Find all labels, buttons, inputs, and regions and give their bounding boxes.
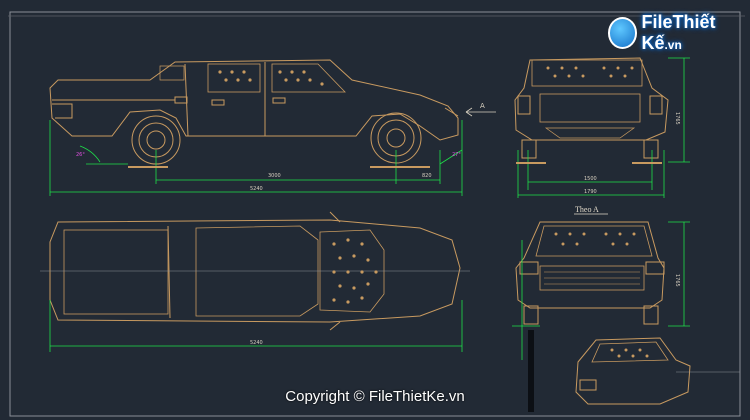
logo-brand: File [641,12,673,32]
door-handle-3 [272,97,286,104]
rear-window-dots [546,66,634,78]
rear-cab-window [159,65,185,81]
dim-rear-height: 1765 [674,112,680,125]
dim-top-length: 5240 [250,340,263,346]
windshield-front [535,225,653,257]
door-handle-1 [174,96,188,104]
front-view-title: Theo A [575,205,599,214]
section-letter: A [480,102,485,110]
sheet-border [9,11,741,417]
logo-text: FileThiết Kế.vn [641,12,750,54]
rear-left-tire [521,139,537,159]
rear-right-tire [643,139,659,159]
logo-badge-icon [608,17,638,49]
dim-rear-track: 1500 [584,176,597,182]
side-window-front [207,63,261,93]
drawing-svg: 3000 820 5240 26° 27° A 1500 1790 1765 5… [8,11,745,417]
rear-left-lamp [517,95,531,115]
tailgate [539,93,641,123]
dim-side-overhang: 820 [422,173,432,179]
filethietke-logo[interactable]: FileThiết Kế.vn [608,12,750,54]
side-dimensions [49,120,463,196]
dim-rear-width: 1790 [584,189,597,195]
door-handle-2 [211,99,225,106]
dim-side-length: 5240 [250,186,263,192]
side-window-dots [218,70,324,86]
taillight [52,103,73,119]
dim-side-wheelbase: 3000 [268,173,281,179]
front-window-dots [554,232,636,246]
rear-rim [146,130,166,150]
ground-ticks-rear [516,162,662,164]
perspective-dots [610,348,649,358]
rear-right-lamp [649,95,663,115]
front-right-tire [643,305,659,325]
rear-view[interactable] [514,57,669,159]
copyright-text: Copyright © FileThietKe.vn [285,388,465,405]
left-headlight [519,261,539,275]
rear-window [531,59,643,87]
dim-side-angle-left: 26° [76,152,85,158]
top-view[interactable] [40,211,470,331]
front-dimensions [512,221,690,360]
front-rim [386,128,406,148]
ground-ticks-side [128,166,430,168]
side-view[interactable] [49,59,459,165]
cad-drawing-canvas[interactable]: 3000 820 5240 26° 27° A 1500 1790 1765 5… [0,0,750,420]
headlight-line [444,107,459,117]
dim-side-angle-right: 27° [452,152,461,158]
dim-front-height: 1765 [674,274,680,287]
side-window-rear [271,63,346,93]
rear-bumper [544,127,636,139]
front-view[interactable] [515,221,665,325]
logo-tld: .vn [664,38,682,52]
bed-top [63,229,169,315]
front-left-tire [523,305,539,325]
